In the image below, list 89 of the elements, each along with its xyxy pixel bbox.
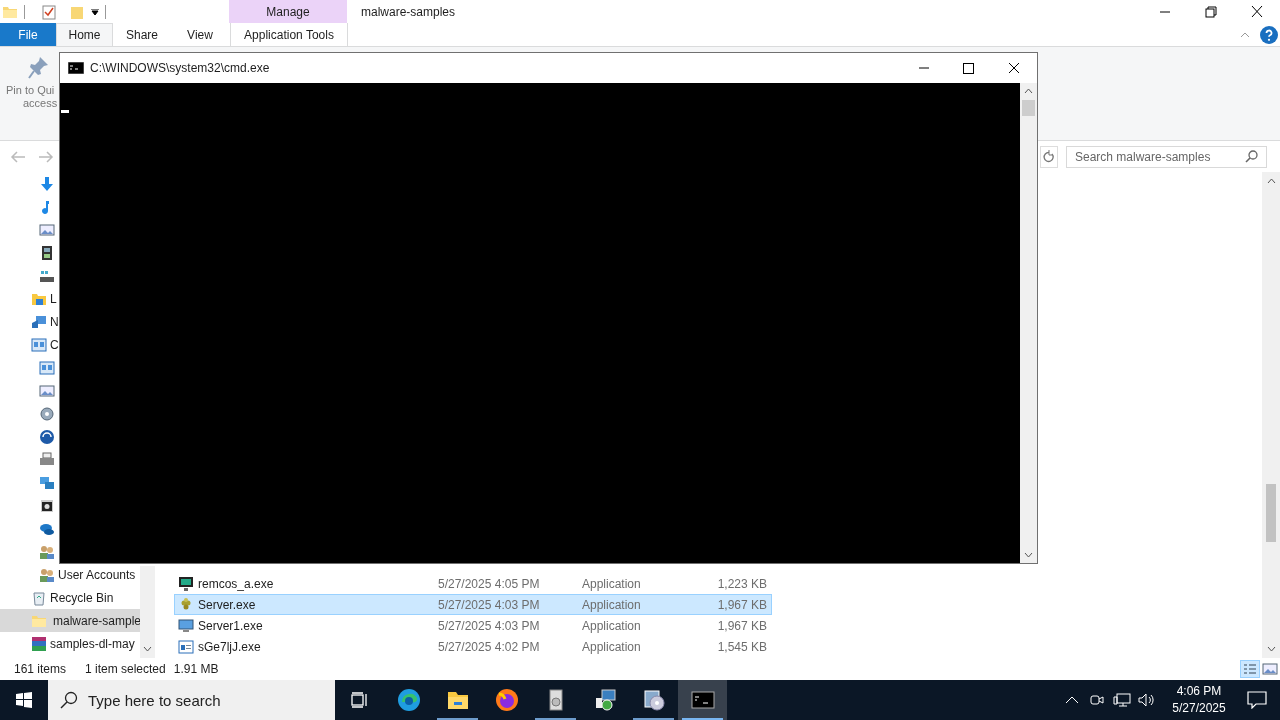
pin-icon xyxy=(28,55,50,79)
control-panel-icon xyxy=(39,359,55,376)
help-icon[interactable] xyxy=(1260,25,1278,44)
scrollbar[interactable] xyxy=(1020,83,1037,563)
monitor-icon xyxy=(178,575,194,592)
file-row[interactable]: remcos_a.exe 5/27/2025 4:05 PM Application 1,223 KB xyxy=(174,573,772,594)
file-type: Application xyxy=(582,638,642,656)
status-text: 1.91 MB xyxy=(173,661,219,678)
file-row[interactable]: Server1.exe 5/27/2025 4:03 PM Application 1,967 KB xyxy=(174,615,772,636)
file-row[interactable]: Server.exe 5/27/2025 4:03 PM Application 1,967 KB xyxy=(174,594,772,615)
window-title: C:\WINDOWS\system32\cmd.exe xyxy=(90,60,270,77)
scroll-thumb[interactable] xyxy=(1022,100,1035,116)
file-size: 1,223 KB xyxy=(716,575,768,593)
windows-logo-icon xyxy=(16,692,32,708)
nav-item[interactable]: Recycle Bin xyxy=(0,586,114,609)
taskbar-app[interactable] xyxy=(678,680,727,720)
search-icon xyxy=(60,691,78,709)
ribbon-tab[interactable]: File xyxy=(0,23,56,46)
refresh-icon[interactable] xyxy=(1040,145,1058,168)
scroll-up-icon[interactable] xyxy=(1266,178,1276,184)
nav-item[interactable]: samples-dl-may xyxy=(0,632,135,655)
large-icons-view-icon[interactable] xyxy=(1262,662,1278,676)
status-text: 1 item selected xyxy=(85,661,166,678)
scroll-thumb[interactable] xyxy=(1266,484,1276,542)
picture-icon xyxy=(39,221,55,238)
users-icon xyxy=(39,566,55,583)
properties-icon[interactable] xyxy=(41,3,57,20)
scrollbar[interactable] xyxy=(1262,172,1280,658)
download-icon xyxy=(39,175,55,192)
search-field[interactable]: Search malware-samples xyxy=(1066,145,1267,168)
scroll-up-icon[interactable] xyxy=(1024,88,1033,94)
picture-icon xyxy=(39,382,55,399)
camera-icon[interactable] xyxy=(1089,692,1105,708)
clock[interactable]: 4:06 PM 5/27/2025 xyxy=(1163,683,1235,717)
file-date: 5/27/2025 4:03 PM xyxy=(438,617,541,635)
window-title: malware-samples xyxy=(360,3,456,21)
pin-to-quick-access-button[interactable]: Pin to Qui access xyxy=(6,47,58,140)
file-size: 1,545 KB xyxy=(716,638,768,656)
file-name: remcos_a.exe xyxy=(198,575,275,593)
status-text: 161 items xyxy=(14,661,68,678)
ribbon-tab[interactable]: View xyxy=(171,23,229,46)
file-name: sGe7ljJ.exe xyxy=(198,638,262,656)
collapse-ribbon-icon[interactable] xyxy=(1240,31,1250,38)
scroll-down-icon[interactable] xyxy=(1024,552,1033,558)
nav-item[interactable]: C xyxy=(0,333,59,356)
file-size: 1,967 KB xyxy=(716,596,768,614)
app-window-icon xyxy=(178,638,194,655)
file-type: Application xyxy=(582,596,642,614)
notification-icon[interactable] xyxy=(1247,691,1267,709)
users-icon xyxy=(39,543,55,560)
scroll-down-icon[interactable] xyxy=(1266,646,1276,652)
screens-icon xyxy=(39,474,55,491)
customize-caret-icon[interactable] xyxy=(91,8,99,15)
control-panel-icon xyxy=(31,336,47,353)
file-size: 1,967 KB xyxy=(716,617,768,635)
recycle-bin-icon xyxy=(31,589,47,606)
camera-icon xyxy=(39,497,55,514)
terminal-icon xyxy=(690,688,715,712)
file-date: 5/27/2025 4:02 PM xyxy=(438,638,541,656)
ribbon-tab[interactable]: Home xyxy=(56,23,113,46)
nav-item[interactable]: L xyxy=(0,287,57,310)
network-icon xyxy=(31,313,47,330)
file-name: Server.exe xyxy=(198,596,257,614)
network-icon[interactable] xyxy=(1113,692,1131,708)
show-hidden-icons-icon[interactable] xyxy=(1065,696,1079,704)
file-date: 5/27/2025 4:03 PM xyxy=(438,596,541,614)
volume-icon[interactable] xyxy=(1137,692,1155,708)
installer-disc-icon xyxy=(641,688,666,712)
film-icon xyxy=(39,244,55,261)
edge-icon xyxy=(396,688,421,712)
console-app-icon xyxy=(68,62,84,74)
file-name: Server1.exe xyxy=(198,617,264,635)
file-row[interactable]: sGe7ljJ.exe 5/27/2025 4:02 PM Application 1,545 KB xyxy=(174,636,772,657)
file-date: 5/27/2025 4:05 PM xyxy=(438,575,541,593)
nav-item[interactable]: User Accounts xyxy=(0,563,136,586)
printer-icon xyxy=(39,451,55,468)
nav-item[interactable]: N xyxy=(0,310,59,333)
nav-item[interactable]: malware-sample xyxy=(0,609,140,632)
archive-icon xyxy=(31,635,47,652)
ribbon-tab[interactable]: Share xyxy=(113,23,171,46)
file-type: Application xyxy=(582,617,642,635)
computer-icon xyxy=(178,617,194,634)
taskbar-search-field[interactable]: Type here to search xyxy=(48,680,335,720)
file-type: Application xyxy=(582,575,642,593)
context-tab-group: Manage xyxy=(229,0,347,23)
search-icon xyxy=(1245,150,1258,163)
scroll-down-icon[interactable] xyxy=(143,646,152,652)
scrollbar[interactable] xyxy=(140,566,155,658)
task-view-icon xyxy=(350,692,369,708)
